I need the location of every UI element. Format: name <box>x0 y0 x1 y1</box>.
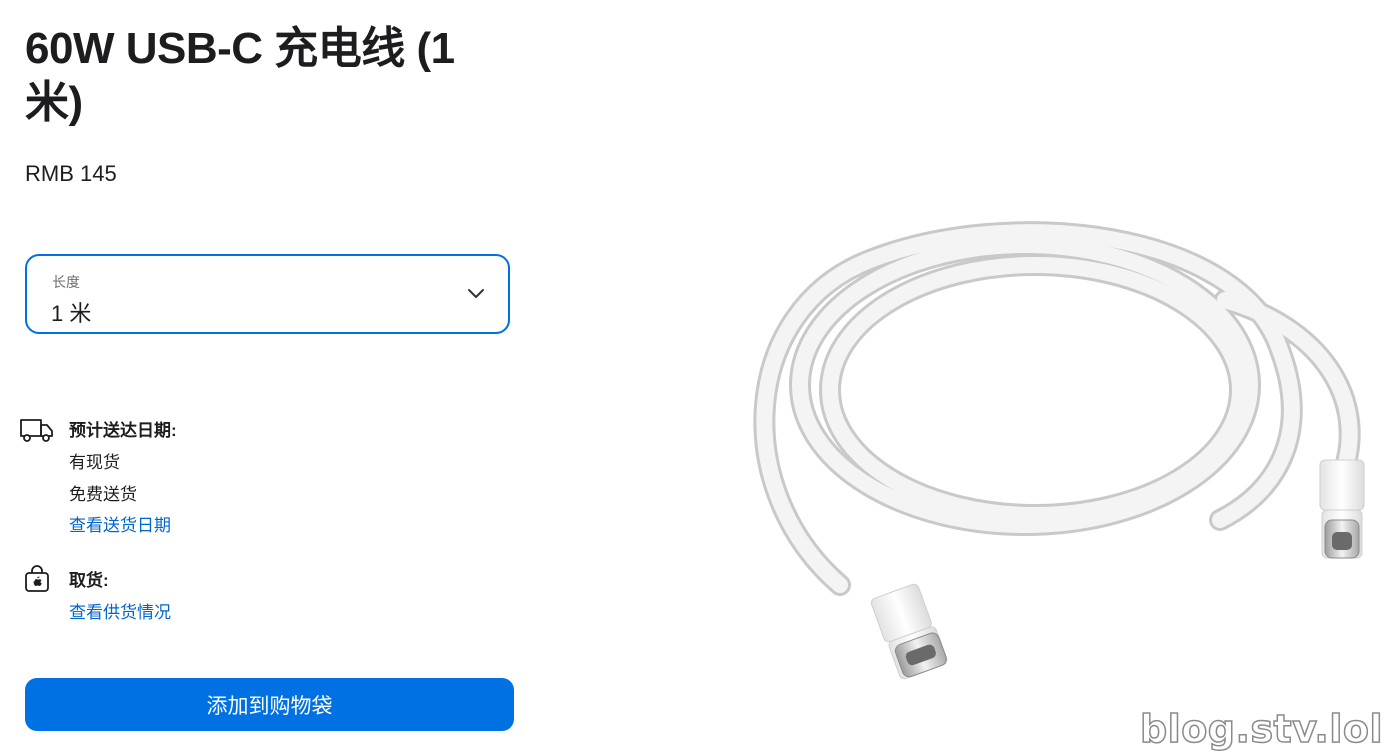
usb-c-cable-image <box>753 221 1365 680</box>
add-to-bag-button[interactable]: 添加到购物袋 <box>25 678 514 731</box>
delivery-dates-link[interactable]: 查看送货日期 <box>69 511 171 536</box>
length-select[interactable]: 长度 1 米 <box>25 254 510 334</box>
product-price: RMB 145 <box>25 161 117 186</box>
chevron-down-icon <box>468 289 484 298</box>
product-title: 60W USB-C 充电线 (1 米) <box>25 24 455 127</box>
delivery-stock-status: 有现货 <box>69 453 120 472</box>
delivery-shipping-status: 免费送货 <box>69 485 137 504</box>
length-select-label: 长度 <box>52 274 80 290</box>
delivery-heading: 预计送达日期: <box>69 421 177 440</box>
pickup-heading: 取货: <box>69 571 109 590</box>
watermark: blog.stv.lol <box>1139 706 1383 752</box>
truck-icon <box>20 419 53 442</box>
store-bag-icon <box>25 565 49 592</box>
pickup-availability-link[interactable]: 查看供货情况 <box>69 598 171 623</box>
length-select-value: 1 米 <box>51 301 92 326</box>
